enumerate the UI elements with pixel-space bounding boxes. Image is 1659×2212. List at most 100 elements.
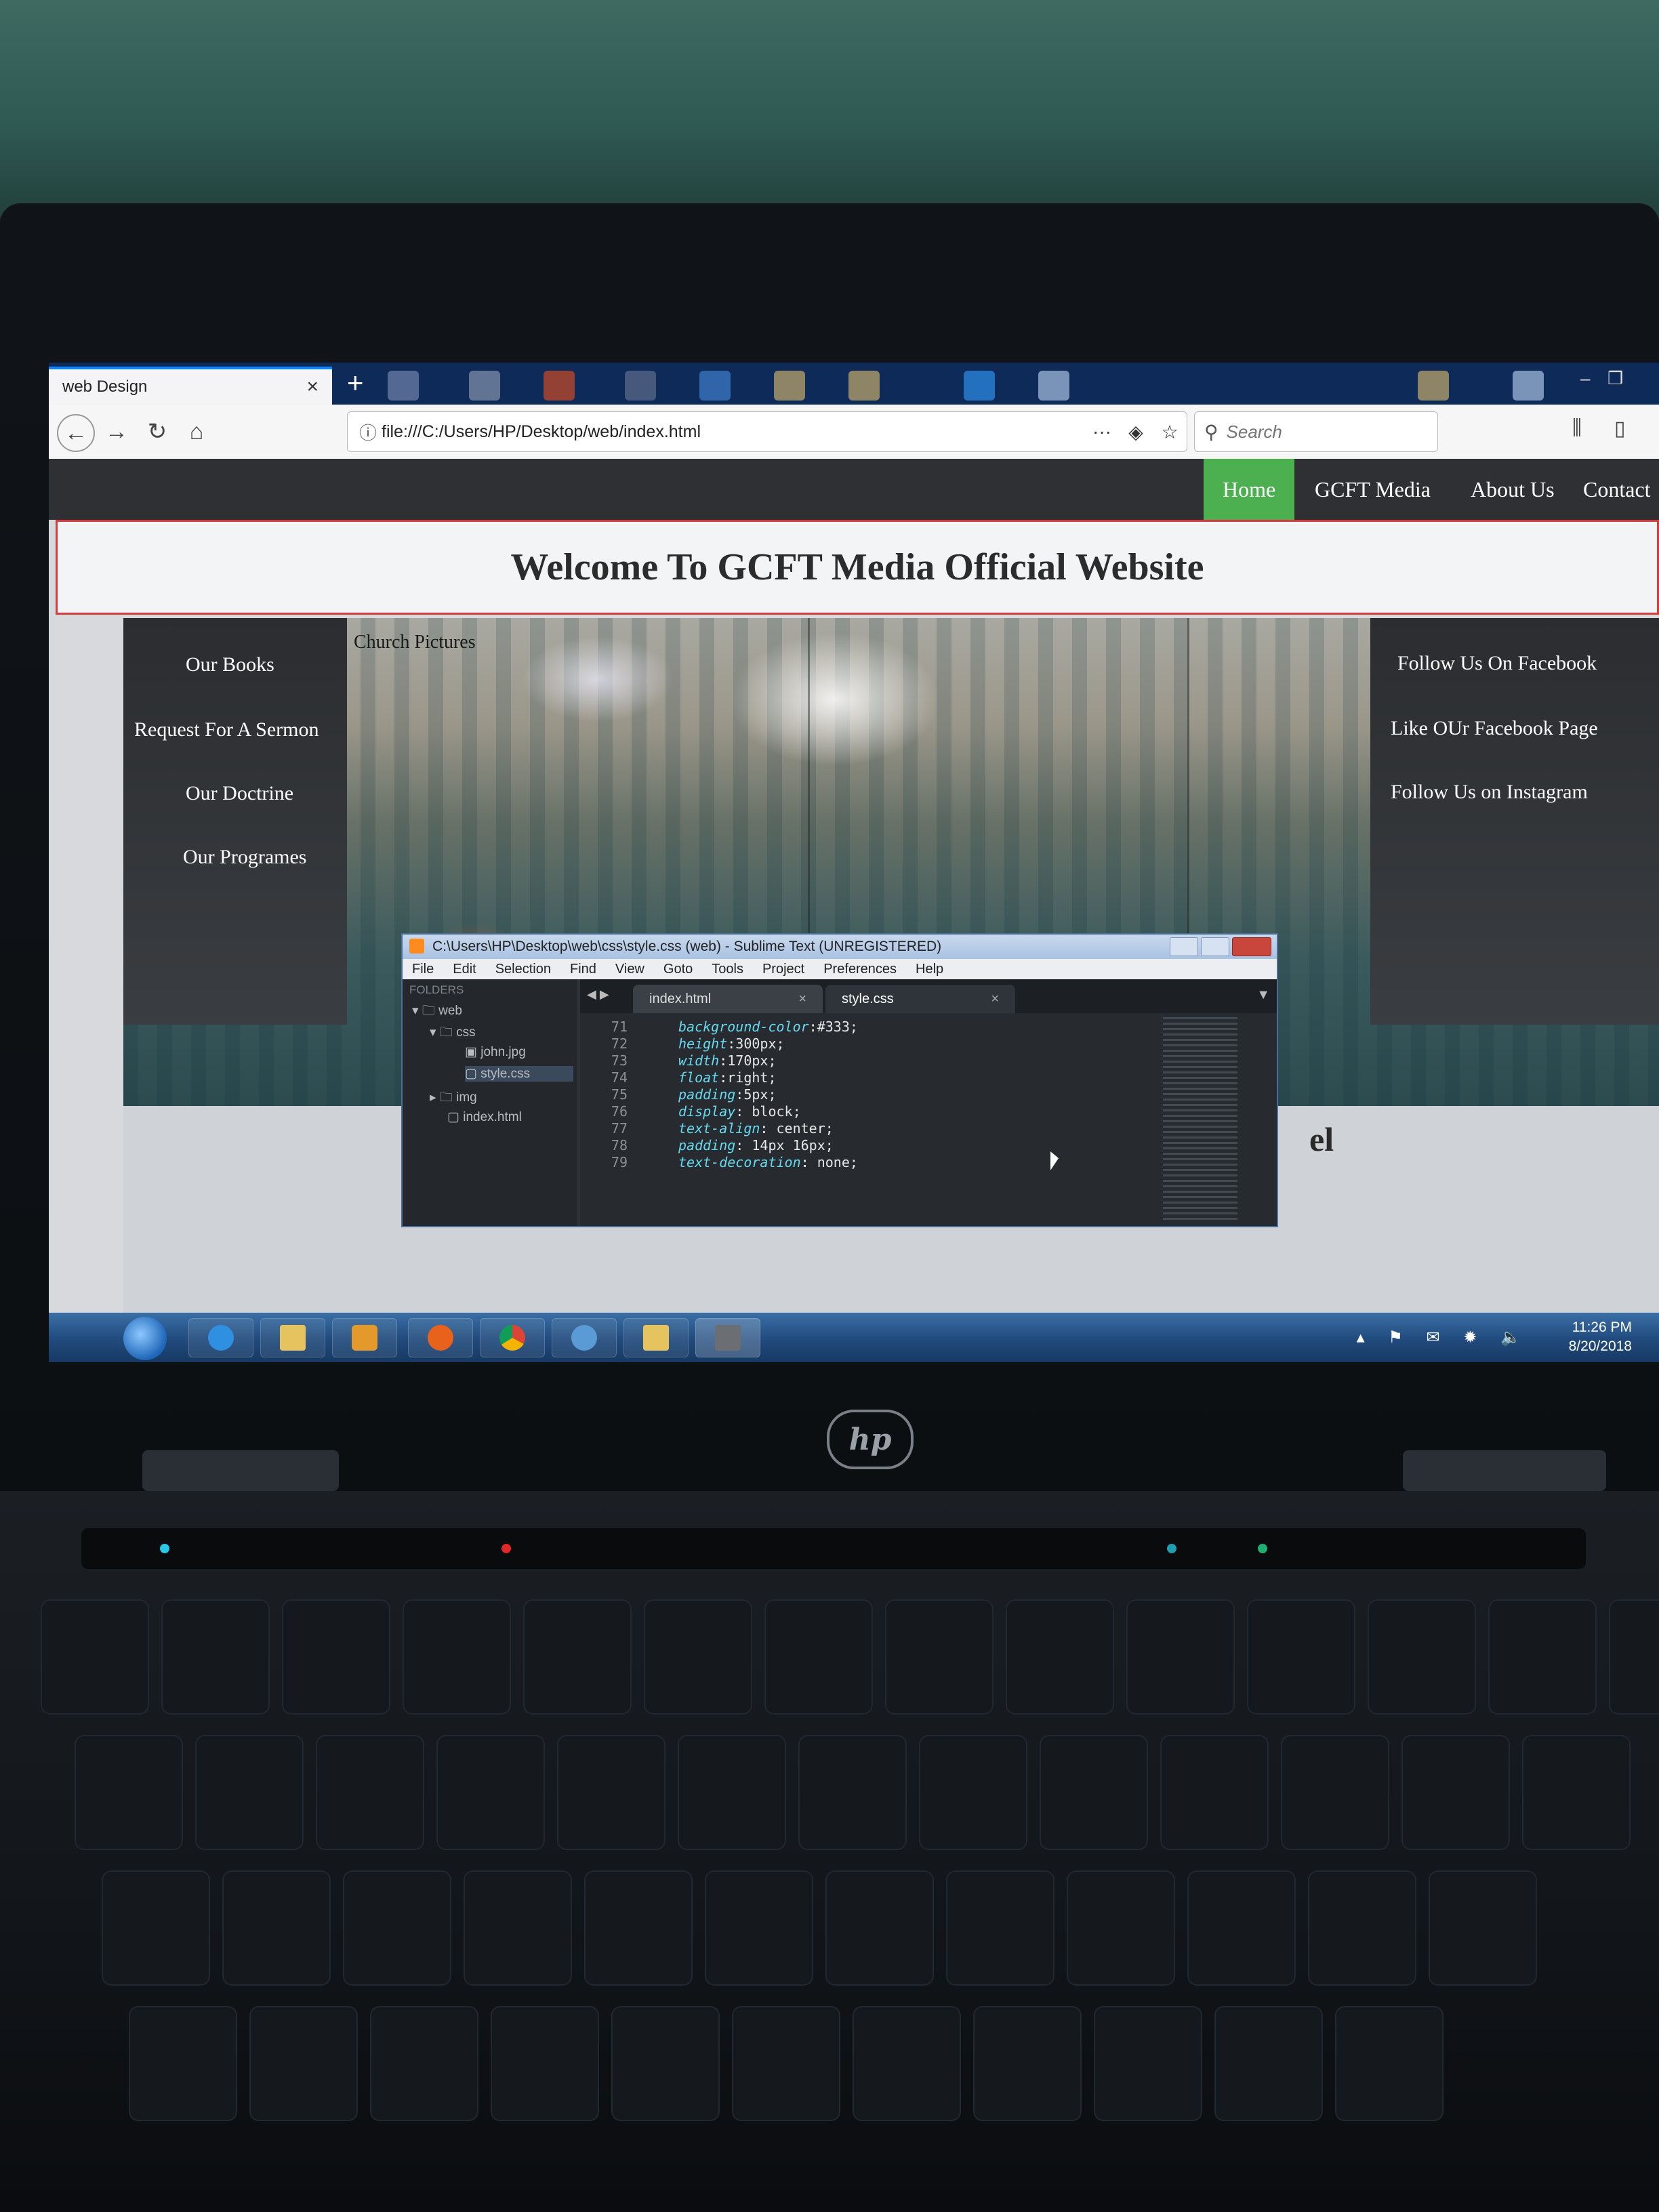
nav-home[interactable]: Home	[1204, 459, 1295, 520]
tree-item-img[interactable]: ▸ 🗀 img	[430, 1088, 477, 1109]
media-icon	[352, 1325, 377, 1351]
line-number: 77	[611, 1120, 628, 1136]
code-line[interactable]: float:right;	[678, 1069, 777, 1086]
tree-item-style-css[interactable]: ▢ style.css	[465, 1066, 573, 1082]
restore-icon[interactable]: ❐	[1607, 368, 1623, 389]
close-icon[interactable]: ×	[798, 991, 806, 1007]
tab-prev-icon[interactable]: ◀ ▶	[587, 987, 609, 1002]
sidebar-link-follow-instagram[interactable]: Follow Us on Instagram	[1391, 781, 1588, 804]
code-line[interactable]: background-color:#333;	[678, 1019, 858, 1035]
info-icon[interactable]: ⓘ	[354, 419, 382, 445]
sidebar-link-our-programes[interactable]: Our Programes	[183, 846, 306, 869]
taskbar-folder[interactable]	[623, 1318, 689, 1357]
search-box[interactable]: ⚲	[1194, 411, 1438, 452]
menu-file[interactable]: File	[403, 962, 443, 977]
sidebar-icon[interactable]: ▯	[1614, 417, 1626, 441]
menu-edit[interactable]: Edit	[443, 962, 485, 977]
nav-about-us[interactable]: About Us	[1452, 459, 1574, 520]
minimap[interactable]	[1163, 1017, 1237, 1221]
taskbar-internet-explorer[interactable]	[188, 1318, 253, 1357]
sidebar-link-like-facebook[interactable]: Like OUr Facebook Page	[1391, 717, 1598, 740]
bookmark-star-icon[interactable]: ☆	[1153, 421, 1187, 443]
taskbar-explorer[interactable]	[260, 1318, 325, 1357]
menu-help[interactable]: Help	[906, 962, 953, 977]
sublime-editor[interactable]: ◀ ▶ index.html × style.css × ▼ 71 backgroun…	[580, 979, 1277, 1226]
sublime-app-icon	[409, 939, 424, 954]
keyboard-key	[436, 1735, 545, 1850]
nav-gcft-media[interactable]: GCFT Media	[1296, 459, 1450, 520]
url-bar[interactable]: ⓘ file:///C:/Users/HP/Desktop/web/index.…	[347, 411, 1187, 452]
code-line[interactable]: display: block;	[678, 1103, 801, 1120]
search-input[interactable]	[1225, 420, 1418, 443]
forward-icon[interactable]: →	[99, 414, 134, 449]
taskbar-media-player[interactable]	[332, 1318, 397, 1357]
editor-tab-index-html[interactable]: index.html ×	[633, 985, 823, 1013]
keyboard-key	[1609, 1599, 1659, 1715]
code-line[interactable]: text-align: center;	[678, 1120, 834, 1136]
sidebar-link-our-doctrine[interactable]: Our Doctrine	[186, 782, 293, 805]
search-icon: ⚲	[1204, 421, 1218, 443]
minimize-icon[interactable]: –	[1580, 368, 1590, 389]
library-icon[interactable]: ⫼	[1572, 417, 1582, 440]
tree-item-css[interactable]: ▾ 🗀 css	[430, 1023, 476, 1044]
minimize-button[interactable]	[1170, 937, 1198, 956]
start-button[interactable]	[123, 1317, 167, 1360]
taskbar-sublime-text[interactable]	[695, 1318, 760, 1357]
code-line[interactable]: text-decoration: none;	[678, 1154, 858, 1170]
menu-preferences[interactable]: Preferences	[814, 962, 906, 977]
line-number: 75	[611, 1086, 628, 1103]
tree-item-web[interactable]: ▾ 🗀 web	[412, 1001, 462, 1023]
taskbar-firefox[interactable]	[408, 1318, 473, 1357]
code-area[interactable]: 71 background-color:#333; 72 height:300px; 7…	[580, 1013, 1136, 1226]
tab-dropdown-icon[interactable]: ▼	[1256, 987, 1270, 1003]
sidebar-link-request-sermon[interactable]: Request For A Sermon	[134, 718, 319, 741]
code-line[interactable]: padding: 14px 16px;	[678, 1137, 834, 1153]
sidebar-link-follow-facebook[interactable]: Follow Us On Facebook	[1397, 652, 1597, 675]
back-icon[interactable]: ←	[57, 414, 95, 452]
site-header: Welcome To GCFT Media Official Website	[56, 520, 1659, 615]
system-clock[interactable]: 11:26 PM 8/20/2018	[1569, 1318, 1632, 1356]
reload-icon[interactable]: ↻	[140, 414, 175, 449]
new-tab-icon[interactable]: +	[347, 367, 364, 399]
browser-tab[interactable]: web Design ×	[49, 367, 332, 405]
menu-find[interactable]: Find	[560, 962, 606, 977]
keyboard-key	[1040, 1735, 1148, 1850]
site-top-nav: Home GCFT Media About Us Contact	[49, 459, 1659, 520]
menu-tools[interactable]: Tools	[702, 962, 753, 977]
menu-view[interactable]: View	[606, 962, 654, 977]
url-text[interactable]: file:///C:/Users/HP/Desktop/web/index.ht…	[382, 422, 1085, 442]
sublime-sidebar: FOLDERS ▾ 🗀 web ▾ 🗀 css ▣ john.jpg ▢ sty…	[403, 979, 577, 1226]
code-line[interactable]: width:170px;	[678, 1052, 777, 1069]
taskbar-chrome[interactable]	[480, 1318, 545, 1357]
indicator-led	[1258, 1544, 1267, 1553]
menu-selection[interactable]: Selection	[486, 962, 560, 977]
more-icon[interactable]: ···	[1085, 421, 1119, 443]
firefox-icon	[428, 1325, 453, 1351]
keyboard-key	[282, 1599, 390, 1715]
desktop-icon	[388, 371, 419, 401]
close-icon[interactable]: ×	[991, 991, 999, 1007]
sublime-text-window[interactable]: C:\Users\HP\Desktop\web\css\style.css (w…	[401, 933, 1278, 1227]
sublime-title-bar[interactable]: C:\Users\HP\Desktop\web\css\style.css (w…	[403, 935, 1277, 959]
maximize-button[interactable]	[1201, 937, 1229, 956]
close-icon[interactable]: ×	[306, 375, 319, 398]
sidebar-link-our-books[interactable]: Our Books	[186, 653, 274, 676]
keyboard-key	[1214, 2006, 1323, 2121]
home-icon[interactable]: ⌂	[179, 414, 214, 449]
menu-project[interactable]: Project	[753, 962, 814, 977]
menu-goto[interactable]: Goto	[654, 962, 702, 977]
pocket-icon[interactable]: ◈	[1119, 421, 1153, 443]
taskbar-chromium[interactable]	[552, 1318, 617, 1357]
code-line[interactable]: height:300px;	[678, 1036, 785, 1052]
system-tray-icons[interactable]: ▴ ⚑ ✉ ✹ 🔈	[1357, 1328, 1530, 1347]
keyboard-key	[1247, 1599, 1355, 1715]
editor-tab-style-css[interactable]: style.css ×	[825, 985, 1015, 1013]
tree-item-index-html[interactable]: ▢ index.html	[447, 1109, 522, 1125]
keyboard-key	[705, 1870, 813, 1986]
code-line[interactable]: padding:5px;	[678, 1086, 777, 1103]
close-button[interactable]	[1232, 937, 1271, 956]
keyboard-key	[557, 1735, 665, 1850]
tree-item-john-jpg[interactable]: ▣ john.jpg	[465, 1044, 526, 1060]
file-icon: ▢	[465, 1067, 477, 1081]
nav-contact[interactable]: Contact	[1564, 459, 1659, 520]
